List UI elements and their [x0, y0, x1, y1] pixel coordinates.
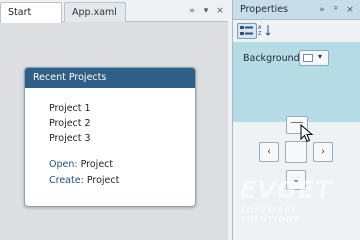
nav-center-button[interactable]: [285, 141, 307, 163]
properties-title: Properties: [240, 4, 289, 15]
chevron-down-icon: ▾: [318, 52, 323, 61]
document-tabbar: Start Page App.xaml » ▾ ×: [0, 0, 228, 37]
color-swatch: [303, 54, 313, 62]
tab-close-icon[interactable]: ×: [214, 4, 226, 18]
nav-right-button[interactable]: ›: [313, 142, 333, 162]
create-value: Project: [86, 175, 120, 186]
watermark-logo: EVGET SOFTWARE SOLUTIONS: [240, 176, 360, 224]
project-item[interactable]: Project 2: [49, 118, 91, 129]
alphabetical-sort-icon[interactable]: A Z: [257, 23, 273, 39]
background-label: Background: [243, 53, 300, 64]
create-row[interactable]: Create: Project: [49, 175, 119, 186]
svg-text:Z: Z: [258, 31, 262, 36]
document-area: Start Page App.xaml » ▾ × Recent Project…: [0, 0, 228, 240]
tab-overflow-icon[interactable]: »: [186, 4, 198, 18]
open-label: Open:: [49, 159, 78, 170]
watermark-brand: EVGET: [240, 176, 333, 204]
pin-icon[interactable]: ᵖ: [331, 0, 341, 20]
open-value: Project: [80, 159, 114, 170]
watermark-tagline: SOFTWARE SOLUTIONS: [240, 206, 301, 224]
nav-left-button[interactable]: ‹: [259, 142, 279, 162]
recent-projects-card: Recent Projects Project 1 Project 2 Proj…: [24, 67, 196, 207]
categorized-sort-icon[interactable]: [237, 23, 257, 39]
card-title: Recent Projects: [25, 68, 195, 88]
tab-app-xaml[interactable]: App.xaml: [64, 2, 126, 22]
tab-start-page[interactable]: Start Page: [0, 2, 62, 37]
project-item[interactable]: Project 1: [49, 103, 91, 114]
background-property-row: Background ▾: [233, 42, 360, 122]
open-row[interactable]: Open: Project: [49, 159, 113, 170]
create-label: Create:: [49, 175, 84, 186]
document-canvas: Recent Projects Project 1 Project 2 Proj…: [0, 23, 228, 240]
panel-overflow-icon[interactable]: »: [317, 0, 327, 20]
panel-close-icon[interactable]: ×: [345, 0, 355, 20]
project-item[interactable]: Project 3: [49, 133, 91, 144]
tab-menu-icon[interactable]: ▾: [200, 4, 212, 18]
properties-titlebar: Properties » ᵖ ×: [233, 0, 360, 20]
mouse-cursor-icon: [300, 124, 314, 143]
background-color-picker[interactable]: ▾: [299, 50, 329, 66]
properties-toolbar: A Z: [233, 20, 360, 42]
